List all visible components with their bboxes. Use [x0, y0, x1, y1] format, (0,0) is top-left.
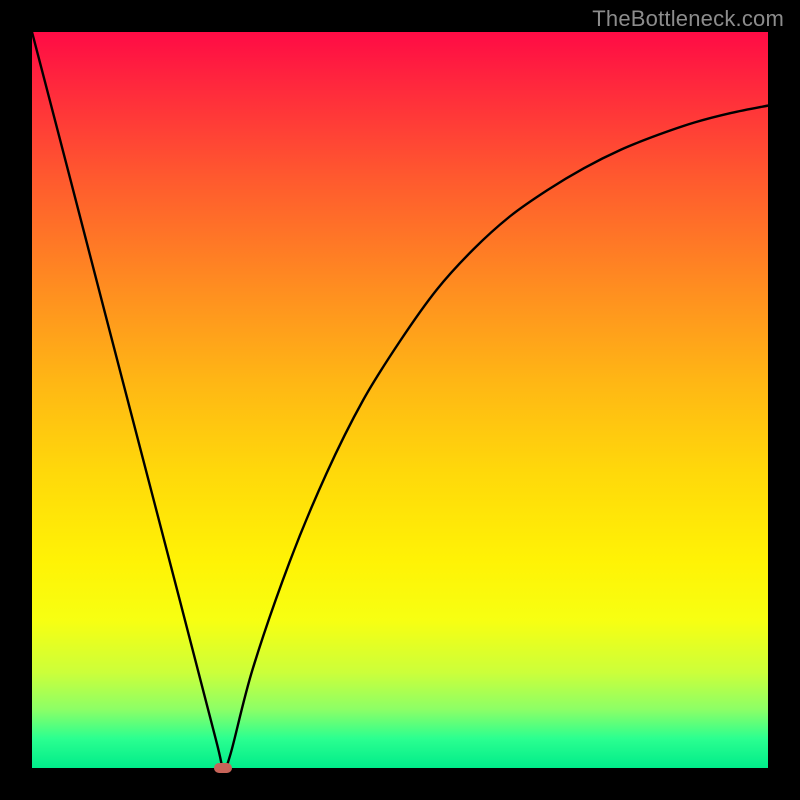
watermark-label: TheBottleneck.com: [592, 6, 784, 32]
curve-svg: [32, 32, 768, 768]
plot-area: [32, 32, 768, 768]
chart-frame: TheBottleneck.com: [0, 0, 800, 800]
optimal-point-marker: [214, 763, 232, 773]
bottleneck-curve: [32, 32, 768, 768]
